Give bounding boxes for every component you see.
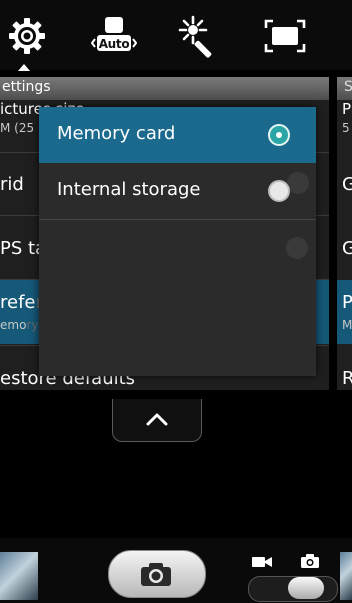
setting-right-grid: G: [342, 174, 352, 195]
settings-button[interactable]: [3, 14, 51, 58]
setting-right-preferred-save-location-value: M: [342, 318, 352, 332]
auto-label: Auto: [98, 37, 130, 51]
camera-icon: [141, 563, 171, 586]
gallery-thumbnail-right: [340, 552, 352, 600]
popup-divider: [39, 219, 316, 220]
option-memory-card[interactable]: Memory card: [39, 107, 316, 163]
settings-panel-title: ettings: [2, 79, 51, 95]
screen-ratio-icon: [264, 19, 306, 53]
radio-unselected-icon[interactable]: [268, 180, 290, 202]
camera-mode-toggle-knob[interactable]: [288, 577, 324, 599]
selected-indicator: [18, 64, 30, 71]
white-balance-button[interactable]: [175, 14, 223, 58]
gear-icon: [9, 18, 45, 54]
settings-panel-right-title: S: [344, 79, 352, 95]
setting-right-preferred-save-location: P: [342, 292, 352, 313]
white-balance-icon: [178, 15, 212, 58]
setting-right-picture-size-value: 5: [342, 121, 350, 135]
save-location-popup: Memory card Internal storage: [39, 107, 316, 376]
chevron-up-icon: [146, 413, 168, 426]
setting-right-picture-size: P: [342, 100, 352, 118]
option-label: Internal storage: [57, 179, 201, 200]
scene-mode-button[interactable]: [90, 14, 138, 58]
radio-selected-icon[interactable]: [268, 124, 290, 146]
gallery-thumbnail[interactable]: [0, 552, 38, 600]
setting-right-gps-tag: G: [342, 238, 352, 259]
ghost-radio-icon: [286, 237, 308, 259]
screen-ratio-button[interactable]: [261, 14, 309, 58]
video-camera-icon: [252, 557, 272, 567]
setting-right-restore-defaults: R: [342, 368, 352, 389]
setting-row-picture-size-value: M (25: [0, 121, 35, 135]
option-internal-storage[interactable]: Internal storage: [39, 163, 316, 219]
camera-icon: [301, 554, 319, 568]
setting-row-grid[interactable]: rid: [0, 174, 24, 195]
option-label: Memory card: [57, 123, 176, 144]
ghost-radio-icon: [287, 172, 309, 194]
